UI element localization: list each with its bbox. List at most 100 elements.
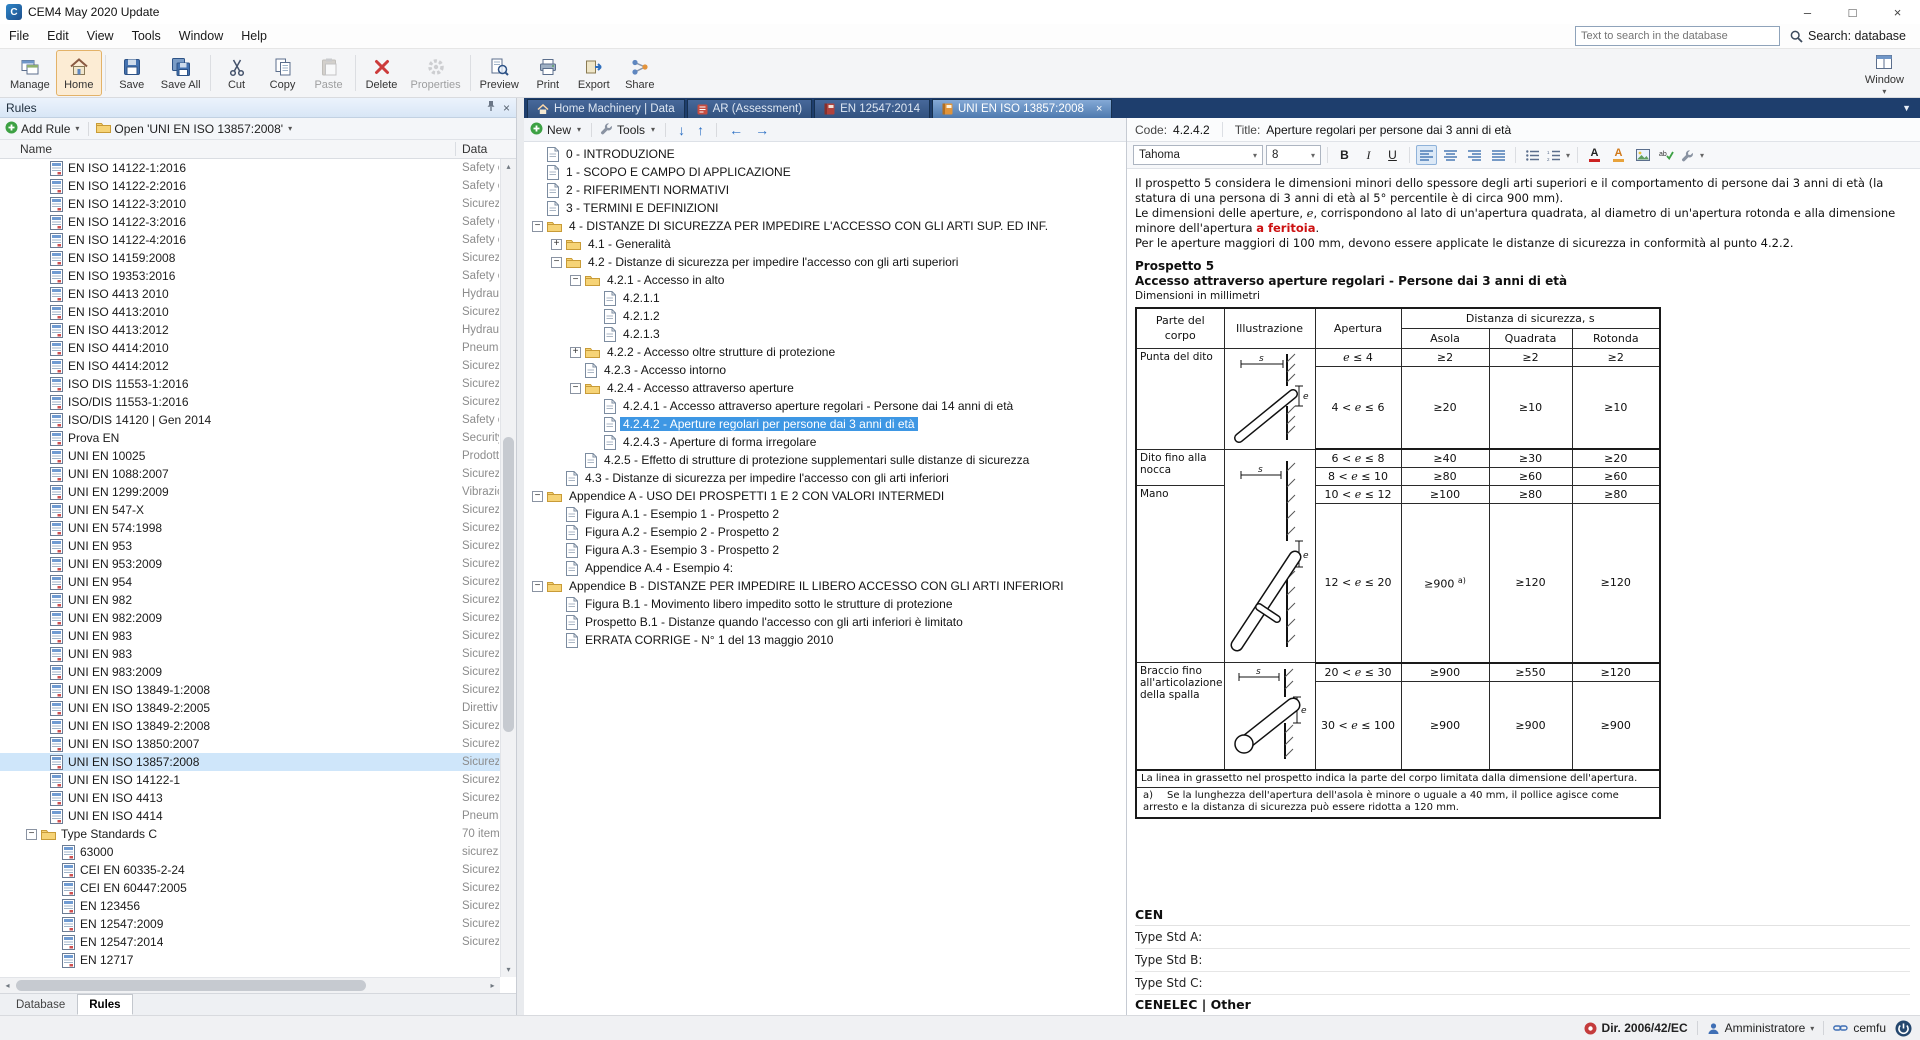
rules-tree-row[interactable]: UNI EN ISO 13857:2008Sicurezz bbox=[0, 753, 500, 771]
minimize-button[interactable]: – bbox=[1785, 0, 1830, 24]
tab-close-icon[interactable]: × bbox=[1096, 103, 1102, 115]
scrollbar-thumb[interactable] bbox=[503, 437, 514, 731]
tab-uni-en-iso-13857[interactable]: UNI EN ISO 13857:2008 × bbox=[932, 99, 1112, 118]
rules-tree-row[interactable]: CEI EN 60335-2-24Sicurezz bbox=[0, 861, 500, 879]
rules-tree-row[interactable]: Prova ENSecurity bbox=[0, 429, 500, 447]
rules-tree-row[interactable]: EN 12717 bbox=[0, 951, 500, 969]
font-color-button[interactable]: A bbox=[1584, 145, 1605, 165]
code-value[interactable]: 4.2.4.2 bbox=[1173, 123, 1210, 137]
rules-tree-row[interactable]: EN ISO 14122-3:2016Safety o bbox=[0, 213, 500, 231]
scroll-right-icon[interactable]: ▸ bbox=[485, 978, 500, 993]
rules-tree-row[interactable]: UNI EN 10025Prodotti bbox=[0, 447, 500, 465]
doc-tree-item[interactable]: 4.2.4.3 - Aperture di forma irregolare bbox=[524, 433, 1126, 451]
underline-button[interactable]: U bbox=[1382, 145, 1403, 165]
doc-tree-item[interactable]: Figura A.1 - Esempio 1 - Prospetto 2 bbox=[524, 505, 1126, 523]
rules-tree-row[interactable]: UNI EN 982:2009Sicurezz bbox=[0, 609, 500, 627]
doc-tree-item[interactable]: Figura B.1 - Movimento libero impedito s… bbox=[524, 595, 1126, 613]
rules-tree-row[interactable]: UNI EN 1088:2007Sicurezz bbox=[0, 465, 500, 483]
rules-tree-row[interactable]: EN ISO 4414:2010Pneuma bbox=[0, 339, 500, 357]
save-button[interactable]: Save bbox=[109, 50, 155, 96]
menu-window[interactable]: Window bbox=[170, 25, 232, 47]
title-value[interactable]: Aperture regolari per persone dai 3 anni… bbox=[1266, 123, 1511, 137]
database-search-input[interactable] bbox=[1575, 26, 1780, 46]
rich-text-editor[interactable]: Il prospetto 5 considera le dimensioni m… bbox=[1127, 169, 1920, 1015]
collapse-icon[interactable]: − bbox=[532, 581, 543, 592]
directive-status[interactable]: Dir. 2006/42/EC bbox=[1584, 1021, 1688, 1035]
tab-en-12547[interactable]: EN 12547:2014 bbox=[814, 99, 930, 118]
rules-tree-row[interactable]: 63000sicurezz bbox=[0, 843, 500, 861]
type-std-a-field[interactable]: Type Std A: bbox=[1135, 926, 1910, 949]
rules-tree-row[interactable]: CEI EN 60447:2005Sicurezz bbox=[0, 879, 500, 897]
tab-ar-assessment[interactable]: AR (Assessment) bbox=[687, 99, 812, 118]
menu-view[interactable]: View bbox=[78, 25, 123, 47]
connection-status[interactable]: cemfu bbox=[1833, 1021, 1886, 1035]
column-header-name[interactable]: Name bbox=[20, 142, 52, 156]
collapse-icon[interactable]: − bbox=[532, 491, 543, 502]
doc-tree-item[interactable]: +4.2.2 - Accesso oltre strutture di prot… bbox=[524, 343, 1126, 361]
doc-tree-item[interactable]: 1 - SCOPO E CAMPO DI APPLICAZIONE bbox=[524, 163, 1126, 181]
rules-tree-row[interactable]: EN ISO 4413 2010Hydraul bbox=[0, 285, 500, 303]
highlight-color-button[interactable]: A bbox=[1608, 145, 1629, 165]
rules-tree-row[interactable]: UNI EN ISO 4413Sicurezz bbox=[0, 789, 500, 807]
spell-check-button[interactable]: ab bbox=[1656, 145, 1677, 165]
rules-tree-row[interactable]: EN ISO 14122-4:2016Safety o bbox=[0, 231, 500, 249]
collapse-icon[interactable]: − bbox=[570, 275, 581, 286]
scroll-left-icon[interactable]: ◂ bbox=[0, 978, 15, 993]
type-std-b-field[interactable]: Type Std B: bbox=[1135, 949, 1910, 972]
font-size-select[interactable]: 8▾ bbox=[1266, 145, 1321, 165]
rules-tree-row[interactable]: EN ISO 4413:2012Hydraul bbox=[0, 321, 500, 339]
rules-tree-row[interactable]: UNI EN 1299:2009Vibrazio bbox=[0, 483, 500, 501]
rules-tree-row[interactable]: ISO DIS 11553-1:2016Sicurezz bbox=[0, 375, 500, 393]
search-database-button[interactable]: Search: database bbox=[1790, 29, 1906, 43]
doc-tree-item[interactable]: −Appendice A - USO DEI PROSPETTI 1 E 2 C… bbox=[524, 487, 1126, 505]
doc-tree-item[interactable]: 4.2.1.1 bbox=[524, 289, 1126, 307]
expand-icon[interactable]: + bbox=[570, 347, 581, 358]
manage-button[interactable]: Manage bbox=[4, 50, 56, 96]
print-button[interactable]: Print bbox=[525, 50, 571, 96]
save-all-button[interactable]: Save All bbox=[155, 50, 207, 96]
rules-tree-row[interactable]: ISO/DIS 11553-1:2016Sicurezz bbox=[0, 393, 500, 411]
rules-tree-row[interactable]: EN ISO 4413:2010Sicurezz bbox=[0, 303, 500, 321]
rules-tree-row[interactable]: EN ISO 14122-3:2010Sicurezz bbox=[0, 195, 500, 213]
doc-tree-item[interactable]: 4.3 - Distanze di sicurezza per impedire… bbox=[524, 469, 1126, 487]
column-header-data[interactable]: Data bbox=[462, 142, 487, 156]
properties-button[interactable]: Properties bbox=[405, 50, 467, 96]
rules-tree-row[interactable]: UNI EN 574:1998Sicurezz bbox=[0, 519, 500, 537]
tab-database[interactable]: Database bbox=[4, 994, 77, 1015]
doc-tree-item[interactable]: 2 - RIFERIMENTI NORMATIVI bbox=[524, 181, 1126, 199]
doc-tree-item[interactable]: ERRATA CORRIGE - N° 1 del 13 maggio 2010 bbox=[524, 631, 1126, 649]
align-right-button[interactable] bbox=[1464, 145, 1485, 165]
delete-button[interactable]: Delete bbox=[359, 50, 405, 96]
tab-home-machinery[interactable]: Home Machinery | Data bbox=[527, 99, 685, 118]
chevron-down-icon[interactable]: ▾ bbox=[577, 125, 581, 134]
rules-tree-row[interactable]: UNI EN 954Sicurezz bbox=[0, 573, 500, 591]
doc-tree-item[interactable]: 4.2.1.3 bbox=[524, 325, 1126, 343]
rules-tree-row[interactable]: UNI EN ISO 4414Pneuma bbox=[0, 807, 500, 825]
doc-tree-item[interactable]: 4.2.4.1 - Accesso attraverso aperture re… bbox=[524, 397, 1126, 415]
rules-tree-folder-row[interactable]: −Type Standards C70 items bbox=[0, 825, 500, 843]
align-center-button[interactable] bbox=[1440, 145, 1461, 165]
window-button[interactable]: Window ▾ bbox=[1859, 49, 1910, 97]
add-rule-button[interactable]: Add Rule bbox=[21, 122, 70, 136]
rules-tree-row[interactable]: UNI EN 983:2009Sicurezz bbox=[0, 663, 500, 681]
doc-tree-item[interactable]: 4.2.3 - Accesso intorno bbox=[524, 361, 1126, 379]
rules-tree-row[interactable]: UNI EN 983Sicurezz bbox=[0, 627, 500, 645]
scroll-down-icon[interactable]: ▾ bbox=[501, 962, 516, 977]
scrollbar-thumb[interactable] bbox=[16, 980, 366, 991]
doc-tree-item[interactable]: 4.2.4.2 - Aperture regolari per persone … bbox=[524, 415, 1126, 433]
insert-image-button[interactable] bbox=[1632, 145, 1653, 165]
rules-tree-row[interactable]: UNI EN ISO 14122-1Sicurezz bbox=[0, 771, 500, 789]
italic-button[interactable]: I bbox=[1358, 145, 1379, 165]
collapse-icon[interactable]: − bbox=[26, 829, 37, 840]
panel-splitter[interactable] bbox=[517, 98, 524, 1015]
move-up-icon[interactable]: ↑ bbox=[693, 122, 708, 138]
doc-tree-item[interactable]: −4.2.1 - Accesso in alto bbox=[524, 271, 1126, 289]
align-left-button[interactable] bbox=[1416, 145, 1437, 165]
rules-tree-row[interactable]: UNI EN ISO 13849-2:2008Sicurezz bbox=[0, 717, 500, 735]
doc-tree-item[interactable]: 4.2.5 - Effetto di strutture di protezio… bbox=[524, 451, 1126, 469]
bullet-list-button[interactable] bbox=[1522, 145, 1543, 165]
doc-tree-item[interactable]: Figura A.2 - Esempio 2 - Prospetto 2 bbox=[524, 523, 1126, 541]
rules-tree-row[interactable]: EN 12547:2014Sicurezz bbox=[0, 933, 500, 951]
collapse-icon[interactable]: − bbox=[532, 221, 543, 232]
chevron-down-icon[interactable]: ▾ bbox=[75, 124, 79, 133]
